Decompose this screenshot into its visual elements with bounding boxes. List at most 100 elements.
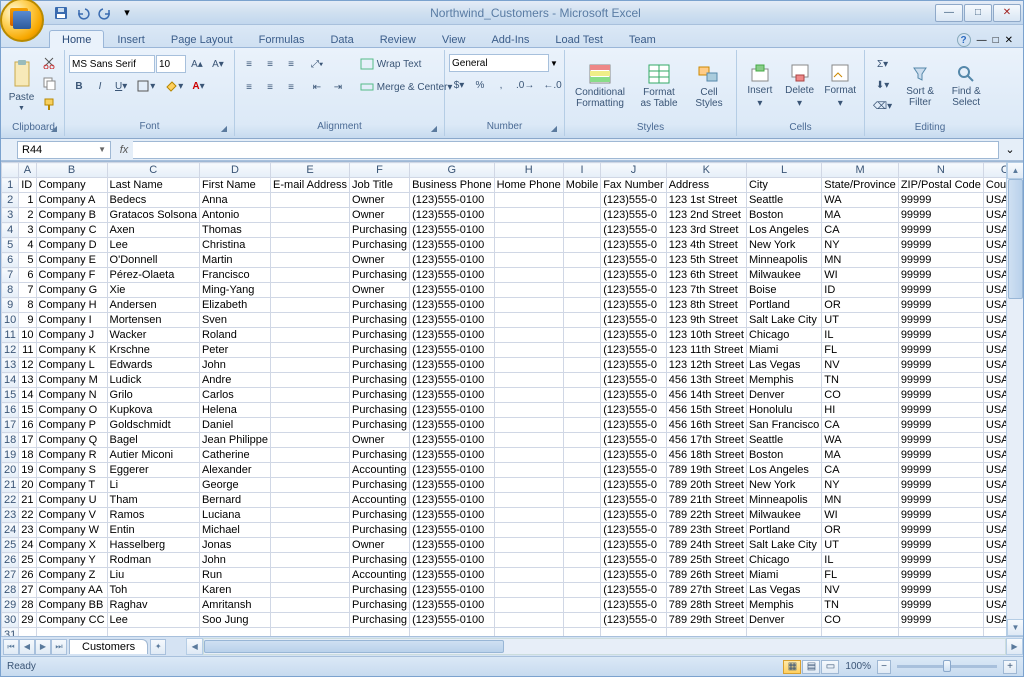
cell[interactable] [494, 328, 563, 343]
cell[interactable]: Wacker [107, 328, 199, 343]
cell[interactable]: IL [822, 553, 899, 568]
cell[interactable]: O'Donnell [107, 253, 199, 268]
cell[interactable]: Rodman [107, 553, 199, 568]
cell[interactable]: (123)555-0 [601, 388, 667, 403]
cell[interactable]: ZIP/Postal Code [898, 178, 983, 193]
italic-button[interactable]: I [90, 76, 110, 96]
cell[interactable]: USA [983, 253, 1006, 268]
cell[interactable]: (123)555-0100 [410, 568, 495, 583]
fx-icon[interactable]: fx [115, 141, 133, 159]
cell[interactable]: 7 [19, 283, 36, 298]
cell[interactable]: FL [822, 568, 899, 583]
cell[interactable]: (123)555-0100 [410, 478, 495, 493]
autosum-icon[interactable]: Σ▾ [869, 54, 896, 74]
cell[interactable]: 3 [19, 223, 36, 238]
cell[interactable]: (123)555-0 [601, 283, 667, 298]
cell[interactable] [494, 388, 563, 403]
cell[interactable]: 123 4th Street [666, 238, 746, 253]
cell[interactable]: 789 26th Street [666, 568, 746, 583]
cell[interactable]: 23 [19, 523, 36, 538]
cell[interactable] [563, 298, 600, 313]
cell[interactable]: 99999 [898, 553, 983, 568]
cell[interactable]: Kupkova [107, 403, 199, 418]
cell[interactable] [271, 403, 350, 418]
tab-view[interactable]: View [429, 30, 479, 48]
number-launcher-icon[interactable]: ◢ [548, 122, 560, 134]
cell[interactable]: Company B [36, 208, 107, 223]
cell[interactable]: Company V [36, 508, 107, 523]
cell[interactable] [563, 568, 600, 583]
cell[interactable]: USA [983, 373, 1006, 388]
cell[interactable]: Thomas [199, 223, 270, 238]
cell[interactable]: Company Y [36, 553, 107, 568]
row-header[interactable]: 4 [2, 223, 19, 238]
cell[interactable]: IL [822, 328, 899, 343]
cell[interactable]: Bedecs [107, 193, 199, 208]
cell[interactable]: (123)555-0100 [410, 268, 495, 283]
cell[interactable]: Owner [350, 208, 410, 223]
cell[interactable]: Company G [36, 283, 107, 298]
cell[interactable]: (123)555-0 [601, 553, 667, 568]
tab-prev-icon[interactable]: ◀ [19, 639, 35, 655]
row-header[interactable]: 1 [2, 178, 19, 193]
col-header[interactable]: G [410, 163, 495, 178]
cell[interactable] [271, 373, 350, 388]
cell[interactable]: Milwaukee [746, 508, 821, 523]
cell[interactable]: USA [983, 598, 1006, 613]
align-right-icon[interactable]: ≡ [281, 77, 301, 97]
cell[interactable] [494, 418, 563, 433]
col-header[interactable]: B [36, 163, 107, 178]
formula-input[interactable] [133, 141, 999, 159]
cell[interactable]: 99999 [898, 448, 983, 463]
mdi-restore-icon[interactable]: □ [993, 35, 999, 46]
cell[interactable]: Amritansh [199, 598, 270, 613]
cell[interactable] [350, 628, 410, 637]
cell[interactable]: (123)555-0 [601, 538, 667, 553]
cell[interactable]: 123 10th Street [666, 328, 746, 343]
cell[interactable]: (123)555-0 [601, 328, 667, 343]
cell[interactable]: Purchasing [350, 268, 410, 283]
tab-load-test[interactable]: Load Test [542, 30, 616, 48]
cell[interactable]: Ludick [107, 373, 199, 388]
tab-add-ins[interactable]: Add-Ins [478, 30, 542, 48]
cell[interactable]: 123 11th Street [666, 343, 746, 358]
cell[interactable]: Company E [36, 253, 107, 268]
zoom-out-button[interactable]: − [877, 660, 891, 674]
cell[interactable]: 123 5th Street [666, 253, 746, 268]
cell[interactable] [271, 298, 350, 313]
cell[interactable]: (123)555-0 [601, 433, 667, 448]
cell[interactable]: Elizabeth [199, 298, 270, 313]
cell[interactable]: (123)555-0 [601, 268, 667, 283]
cell[interactable]: Purchasing [350, 298, 410, 313]
cell[interactable]: Owner [350, 283, 410, 298]
cell[interactable]: 99999 [898, 223, 983, 238]
cell[interactable]: NV [822, 583, 899, 598]
cell[interactable]: Lee [107, 238, 199, 253]
cell[interactable] [107, 628, 199, 637]
cell[interactable]: 789 22th Street [666, 508, 746, 523]
cell[interactable] [494, 523, 563, 538]
number-format-select[interactable] [449, 54, 549, 72]
cell[interactable]: 8 [19, 298, 36, 313]
cell[interactable]: Jonas [199, 538, 270, 553]
cell[interactable]: 99999 [898, 358, 983, 373]
cell[interactable]: USA [983, 568, 1006, 583]
cell[interactable]: Company S [36, 463, 107, 478]
cell[interactable] [271, 613, 350, 628]
cell[interactable] [271, 538, 350, 553]
cell[interactable]: Ramos [107, 508, 199, 523]
delete-cells-button[interactable]: Delete▾ [781, 52, 819, 120]
cell[interactable]: Purchasing [350, 553, 410, 568]
cell[interactable]: 11 [19, 343, 36, 358]
cell[interactable]: 123 6th Street [666, 268, 746, 283]
cell[interactable] [822, 628, 899, 637]
cell[interactable]: Bagel [107, 433, 199, 448]
cell[interactable] [494, 433, 563, 448]
row-header[interactable]: 13 [2, 358, 19, 373]
cell[interactable]: Los Angeles [746, 223, 821, 238]
cell[interactable]: USA [983, 403, 1006, 418]
cell[interactable]: Helena [199, 403, 270, 418]
cell[interactable]: 25 [19, 553, 36, 568]
cell[interactable]: Last Name [107, 178, 199, 193]
cell[interactable]: Purchasing [350, 223, 410, 238]
